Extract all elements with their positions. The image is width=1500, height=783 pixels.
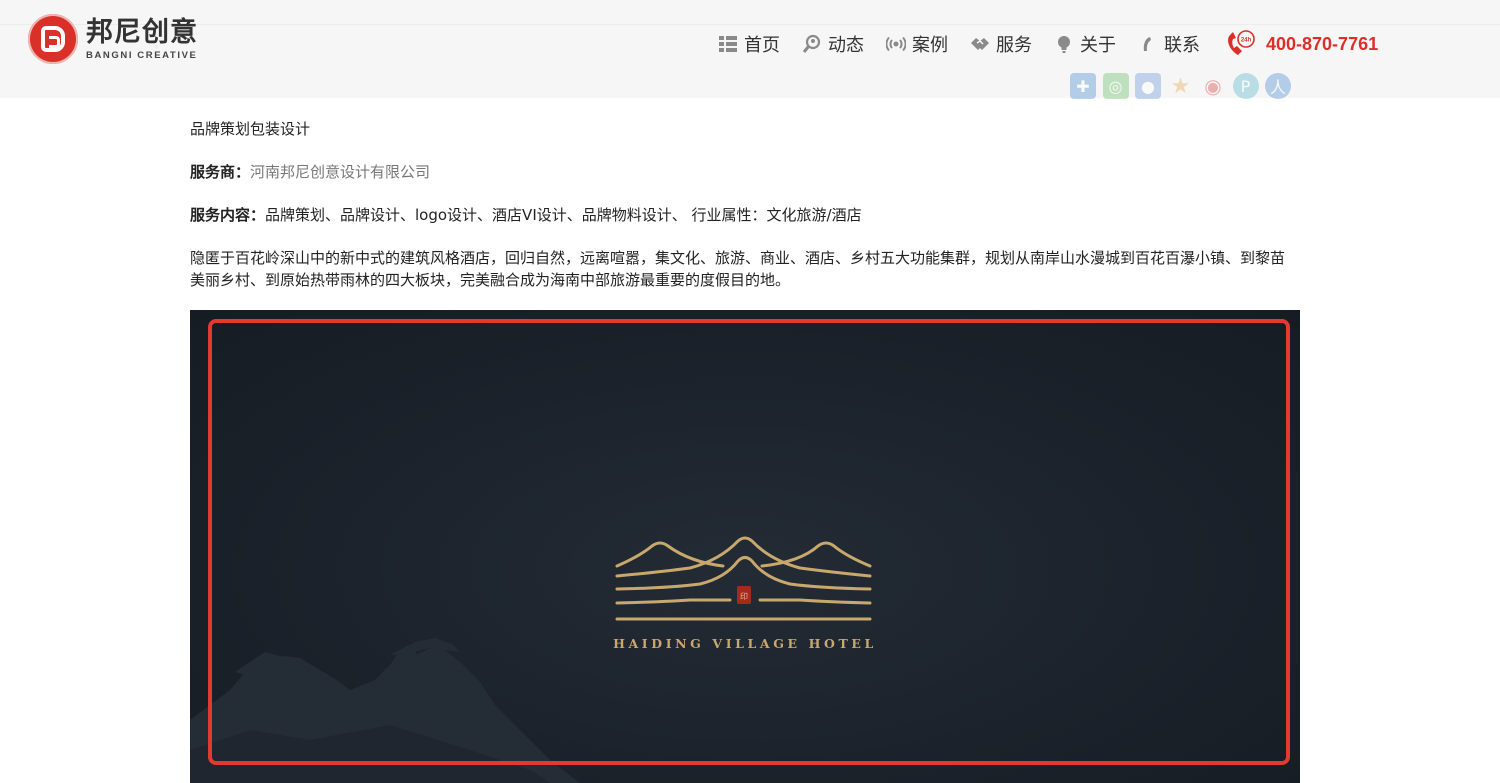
qzone-icon[interactable]: ✚ [1070,73,1096,99]
bulb-icon [1058,36,1070,53]
nav-label: 动态 [828,35,864,56]
nav-item-home[interactable]: 首页 [718,31,780,57]
grid-icon [719,36,737,52]
phone-hotline[interactable]: 24h 400-870-7761 [1224,29,1378,59]
renren-icon[interactable]: 人 [1265,73,1291,99]
highlight-frame [208,319,1290,765]
nav-item-services[interactable]: 服务 [970,31,1032,57]
share-bar: ✚ ◎ ● ★ ◉ P 人 [1070,73,1298,99]
vendor-label: 服务商： [190,163,251,181]
main-nav: 首页 动态 案例 服务 关于 联系 24h 400-870-7761 [718,29,1378,59]
service-value: 品牌策划、品牌设计、logo设计、酒店VI设计、品牌物料设计、 行业属性：文化旅… [265,206,862,224]
svg-text:24h: 24h [1241,38,1252,44]
nav-item-about[interactable]: 关于 [1054,31,1116,57]
weibo-icon[interactable]: ◉ [1200,73,1226,99]
phone-number: 400-870-7761 [1266,33,1379,54]
brand-logo-text: 邦尼创意 BANGNI CREATIVE [86,16,198,61]
pinterest-icon[interactable]: P [1232,73,1259,99]
brand-name-cn: 邦尼创意 [86,16,198,48]
qq-icon[interactable]: ● [1135,73,1161,99]
article-description: 隐匿于百花岭深山中的新中式的建筑风格酒店，回归自然，远离喧嚣，集文化、旅游、商业… [190,249,1286,289]
nav-label: 关于 [1080,35,1116,56]
nav-item-news[interactable]: 动态 [802,31,864,57]
header-divider [0,24,1500,25]
handshake-icon [971,38,989,50]
brand-logo[interactable]: 邦尼创意 BANGNI CREATIVE [28,14,198,64]
magnifier-user-icon [802,34,821,53]
hero-image: 印 HAIDING VILLAGE HOTEL [190,310,1300,783]
service-line: 服务内容：品牌策划、品牌设计、logo设计、酒店VI设计、品牌物料设计、 行业属… [190,204,1300,226]
nav-label: 首页 [744,35,780,56]
vendor-line: 服务商：河南邦尼创意设计有限公司 [190,161,1300,183]
article-title: 品牌策划包装设计 [190,120,311,138]
favorite-star-icon[interactable]: ★ [1168,73,1194,99]
site-header: 邦尼创意 BANGNI CREATIVE 首页 动态 案例 服务 关于 联系 2… [0,0,1500,99]
handset-icon [1143,37,1151,51]
article-content: 品牌策划包装设计 服务商：河南邦尼创意设计有限公司 服务内容：品牌策划、品牌设计… [190,118,1300,291]
nav-label: 联系 [1164,35,1200,56]
wechat-icon[interactable]: ◎ [1102,73,1129,99]
service-label: 服务内容： [190,206,266,224]
nav-item-contact[interactable]: 联系 [1138,31,1200,57]
broadcast-icon [886,36,906,52]
nav-label: 案例 [912,35,948,56]
nav-label: 服务 [996,35,1032,56]
brand-logo-icon [28,14,78,64]
vendor-name: 河南邦尼创意设计有限公司 [250,163,431,181]
nav-item-cases[interactable]: 案例 [886,31,948,57]
24h-phone-icon: 24h [1228,30,1255,55]
brand-name-en: BANGNI CREATIVE [86,49,198,61]
